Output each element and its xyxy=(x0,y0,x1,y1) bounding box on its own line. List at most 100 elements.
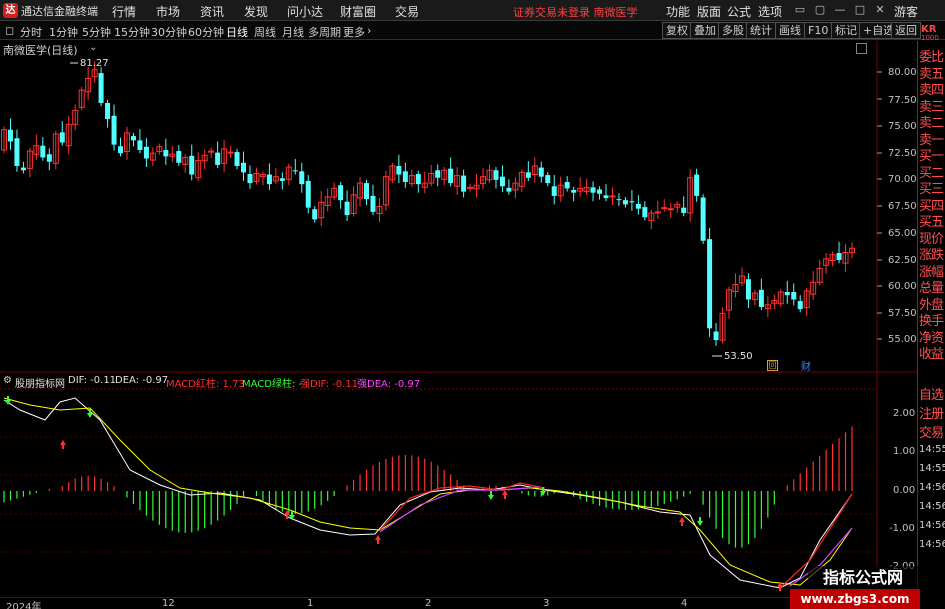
x-label: 12 xyxy=(162,598,175,609)
indicator-tick: 1.00 xyxy=(893,446,916,457)
buy-arrow-icon xyxy=(375,535,381,544)
candle-body xyxy=(305,180,311,208)
candle-body xyxy=(758,289,764,307)
sell-arrow-icon xyxy=(289,511,295,520)
candle-body xyxy=(299,171,305,185)
candle-body xyxy=(493,170,499,180)
candle-body xyxy=(525,172,531,178)
candle-body xyxy=(241,162,247,173)
x-label: 4 xyxy=(681,598,688,609)
price-tick: 75.00 xyxy=(888,121,917,132)
finance-marker-icon[interactable]: 财 xyxy=(801,358,811,373)
candle-body xyxy=(700,197,706,241)
candle-body xyxy=(713,331,719,341)
candle-body xyxy=(461,175,467,192)
candle-body xyxy=(836,253,842,260)
candle-body xyxy=(784,292,790,296)
side-time: 14:56 xyxy=(919,539,945,550)
candle-body xyxy=(59,132,65,143)
candle-body xyxy=(629,201,635,203)
x-label: 3 xyxy=(543,598,550,609)
side-time: 14:56 xyxy=(919,520,945,531)
indicator-settings-icon[interactable]: ⚙ xyxy=(3,375,12,386)
candle-body xyxy=(707,239,713,329)
candle-body xyxy=(215,152,221,165)
side-label[interactable]: 注册 xyxy=(919,403,944,422)
chart-canvas xyxy=(0,41,917,605)
buy-arrow-icon xyxy=(679,517,685,526)
side-time: 14:56 xyxy=(919,482,945,493)
candle-body xyxy=(435,170,441,178)
side-label: 收益 xyxy=(919,347,944,362)
candle-body xyxy=(118,146,124,154)
candle-body xyxy=(364,183,370,200)
side-time: 14:55 xyxy=(919,463,945,474)
candle-body xyxy=(506,187,512,192)
indicator-lines xyxy=(3,397,853,589)
candle-body xyxy=(14,138,20,166)
sell-arrow-icon xyxy=(488,491,494,500)
candle-body xyxy=(590,187,596,193)
price-tick: 72.50 xyxy=(888,148,917,159)
time-axis xyxy=(0,597,917,609)
candle-body xyxy=(402,171,408,183)
candle-body xyxy=(603,195,609,199)
candle-body xyxy=(616,199,622,201)
candle-body xyxy=(694,174,700,196)
signal-arrows xyxy=(5,396,783,591)
indicator-strong-dif: 强DIF: -0.11 xyxy=(300,379,359,390)
candle-body xyxy=(642,207,648,218)
candle-body xyxy=(597,189,603,194)
price-tick: 62.50 xyxy=(888,255,917,266)
candle-body xyxy=(292,170,298,172)
price-tick: 57.50 xyxy=(888,308,917,319)
candle-body xyxy=(7,129,13,142)
candle-body xyxy=(20,167,26,171)
candle-body xyxy=(247,173,253,184)
indicator-macd-green: MACD绿柱: - xyxy=(242,379,303,390)
price-tick: 80.00 xyxy=(888,67,917,78)
indicator-name[interactable]: 股朋指标网 xyxy=(15,375,65,390)
review-marker-icon[interactable]: 回 xyxy=(767,360,778,371)
buy-arrow-icon xyxy=(502,490,508,499)
candle-body xyxy=(46,154,52,162)
macd-histogram xyxy=(3,426,853,548)
candlestick-series xyxy=(1,61,855,357)
indicator-strong-dea: 强DEA: -0.97 xyxy=(357,379,421,390)
candle-body xyxy=(681,207,687,213)
candle-body xyxy=(415,173,421,185)
x-label: 2 xyxy=(425,598,432,609)
watermark-url: www.zbgs3.com xyxy=(790,589,920,609)
side-code-sub: 1000 xyxy=(921,34,939,42)
candle-body xyxy=(130,136,136,141)
buy-arrow-icon xyxy=(60,440,66,449)
chart-grid xyxy=(0,41,917,605)
candle-body xyxy=(266,174,272,185)
candle-body xyxy=(227,151,234,154)
price-tick: 70.00 xyxy=(888,174,917,185)
indicator-tick: 2.00 xyxy=(893,408,916,419)
strong-dea-line xyxy=(379,486,541,533)
indicator-macd-red: MACD红柱: 1.73 xyxy=(166,379,245,390)
candle-body xyxy=(370,195,376,212)
high-price-label: 81.27 xyxy=(80,58,109,69)
x-label: 2024年 xyxy=(6,602,42,609)
price-tick: 55.00 xyxy=(888,334,917,345)
candle-body xyxy=(609,195,616,198)
candle-body xyxy=(111,115,117,145)
candle-body xyxy=(105,102,111,119)
candle-body xyxy=(622,200,628,205)
candle-body xyxy=(667,208,674,211)
candle-body xyxy=(396,165,402,175)
candle-body xyxy=(344,201,350,216)
watermark-title: 指标公式网 xyxy=(808,566,918,590)
candle-body xyxy=(797,301,803,310)
indicator-tick: 0.00 xyxy=(893,485,916,496)
candle-body xyxy=(448,168,454,184)
candle-body xyxy=(745,279,751,300)
side-label[interactable]: 自选 xyxy=(919,384,944,403)
candle-body xyxy=(98,73,104,103)
candle-body xyxy=(234,152,240,166)
price-tick: 77.50 xyxy=(888,95,917,106)
side-label[interactable]: 交易 xyxy=(919,422,944,441)
